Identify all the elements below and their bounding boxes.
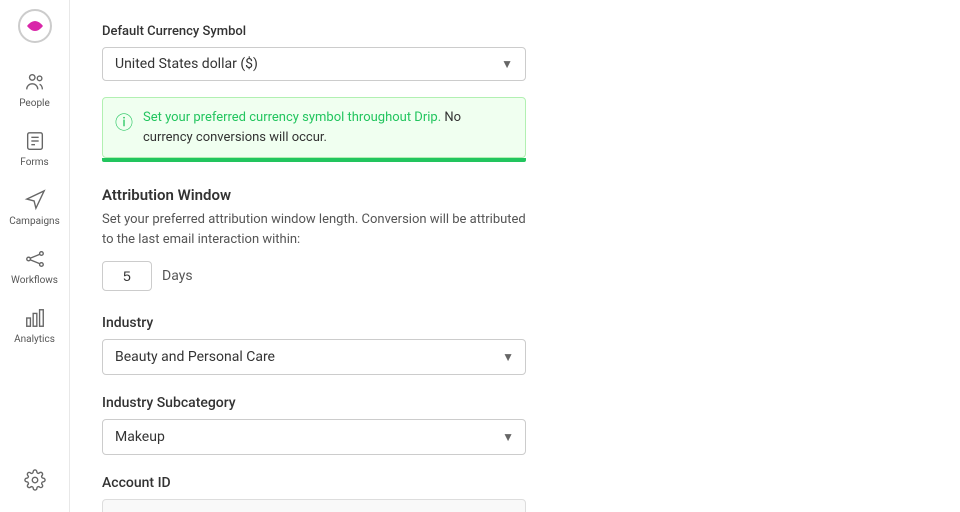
currency-info-link[interactable]: Set your preferred currency symbol throu…	[143, 110, 441, 125]
info-circle-icon: ⓘ	[115, 109, 133, 135]
attribution-days-row: Days	[102, 261, 928, 291]
currency-dropdown-wrapper: United States dollar ($) ▼	[102, 47, 928, 81]
industry-section: Industry Beauty and Personal Care ▼	[102, 315, 928, 375]
forms-icon	[23, 129, 47, 153]
sidebar-item-people-label: People	[19, 98, 50, 109]
sidebar-item-analytics-label: Analytics	[14, 334, 55, 345]
industry-subcategory-section: Industry Subcategory Makeup ▼	[102, 395, 928, 455]
sidebar-item-campaigns-label: Campaigns	[9, 216, 60, 227]
green-progress-bar	[102, 158, 526, 162]
currency-selected: United States dollar ($)	[115, 56, 258, 72]
industry-dropdown[interactable]: Beauty and Personal Care	[102, 339, 526, 375]
sidebar-item-settings[interactable]	[0, 458, 69, 502]
attribution-title: Attribution Window	[102, 186, 928, 204]
industry-select-wrapper: Beauty and Personal Care ▼	[102, 339, 526, 375]
industry-sub-select-wrapper: Makeup ▼	[102, 419, 526, 455]
account-section: Account ID	[102, 475, 928, 512]
people-icon	[23, 70, 47, 94]
main-content: Default Currency Symbol United States do…	[70, 0, 960, 512]
currency-label: Default Currency Symbol	[102, 24, 928, 39]
attribution-days-label: Days	[162, 268, 193, 284]
sidebar-item-forms-label: Forms	[20, 157, 48, 168]
logo	[17, 8, 53, 44]
industry-sub-label: Industry Subcategory	[102, 395, 928, 411]
sidebar-item-forms[interactable]: Forms	[0, 119, 69, 178]
industry-sub-selected: Makeup	[115, 429, 165, 445]
settings-icon	[23, 468, 47, 492]
currency-dropdown[interactable]: United States dollar ($) ▼	[102, 47, 526, 81]
industry-selected: Beauty and Personal Care	[115, 349, 275, 365]
analytics-icon	[23, 306, 47, 330]
sidebar-item-analytics[interactable]: Analytics	[0, 296, 69, 355]
currency-info-text: Set your preferred currency symbol throu…	[143, 108, 513, 147]
attribution-section: Attribution Window Set your preferred at…	[102, 186, 928, 291]
chevron-down-icon: ▼	[501, 57, 513, 71]
campaigns-icon	[23, 188, 47, 212]
industry-sub-dropdown[interactable]: Makeup	[102, 419, 526, 455]
industry-label: Industry	[102, 315, 928, 331]
sidebar-item-workflows-label: Workflows	[11, 275, 58, 286]
sidebar-item-workflows[interactable]: Workflows	[0, 237, 69, 296]
sidebar: People Forms Campaigns Workflows Analyti…	[0, 0, 70, 512]
workflows-icon	[23, 247, 47, 271]
currency-info-box: ⓘ Set your preferred currency symbol thr…	[102, 97, 526, 158]
account-id-input	[102, 499, 526, 512]
sidebar-item-campaigns[interactable]: Campaigns	[0, 178, 69, 237]
sidebar-item-people[interactable]: People	[0, 60, 69, 119]
attribution-description: Set your preferred attribution window le…	[102, 210, 532, 249]
attribution-days-input[interactable]	[102, 261, 152, 291]
account-label: Account ID	[102, 475, 928, 491]
